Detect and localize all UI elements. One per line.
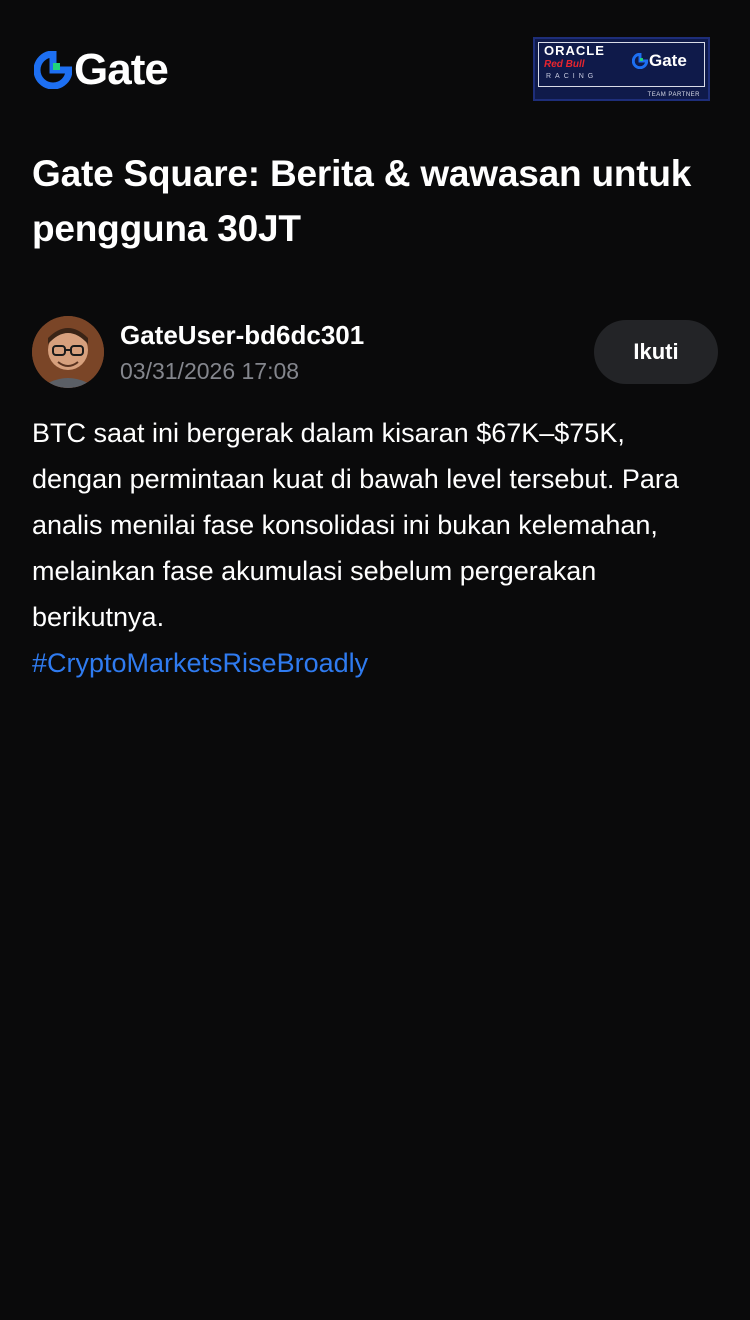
partner-badge: ORACLE Red Bull RACING Gate TEAM PARTNER xyxy=(533,37,710,101)
post-content: BTC saat ini bergerak dalam kisaran $67K… xyxy=(32,410,722,686)
post-hashtag[interactable]: #CryptoMarketsRiseBroadly xyxy=(32,640,722,686)
follow-button[interactable]: Ikuti xyxy=(594,320,718,384)
header: Gate ORACLE Red Bull RACING Gate TEAM PA… xyxy=(0,0,750,140)
partner-gate-icon xyxy=(632,53,648,69)
partner-line-3: RACING xyxy=(546,73,598,80)
author-name[interactable]: GateUser-bd6dc301 xyxy=(120,318,364,352)
avatar-image xyxy=(32,316,104,388)
partner-line-2: Red Bull xyxy=(544,59,585,70)
logo-wordmark: Gate xyxy=(74,45,169,94)
post-timestamp: 03/31/2026 17:08 xyxy=(120,358,300,384)
partner-gate-logo: Gate xyxy=(632,51,687,71)
gate-logo-icon xyxy=(34,51,72,89)
page-title: Gate Square: Berita & wawasan untuk peng… xyxy=(32,153,692,249)
post-author: GateUser-bd6dc301 03/31/2026 17:08 Ikuti xyxy=(32,316,722,388)
partner-line-1: ORACLE xyxy=(544,43,605,58)
gate-logo[interactable]: Gate xyxy=(34,45,169,94)
partner-tag: TEAM PARTNER xyxy=(647,92,700,98)
partner-gate-wordmark: Gate xyxy=(649,51,687,70)
avatar[interactable] xyxy=(32,316,104,388)
post-body-text: BTC saat ini bergerak dalam kisaran $67K… xyxy=(32,418,679,632)
